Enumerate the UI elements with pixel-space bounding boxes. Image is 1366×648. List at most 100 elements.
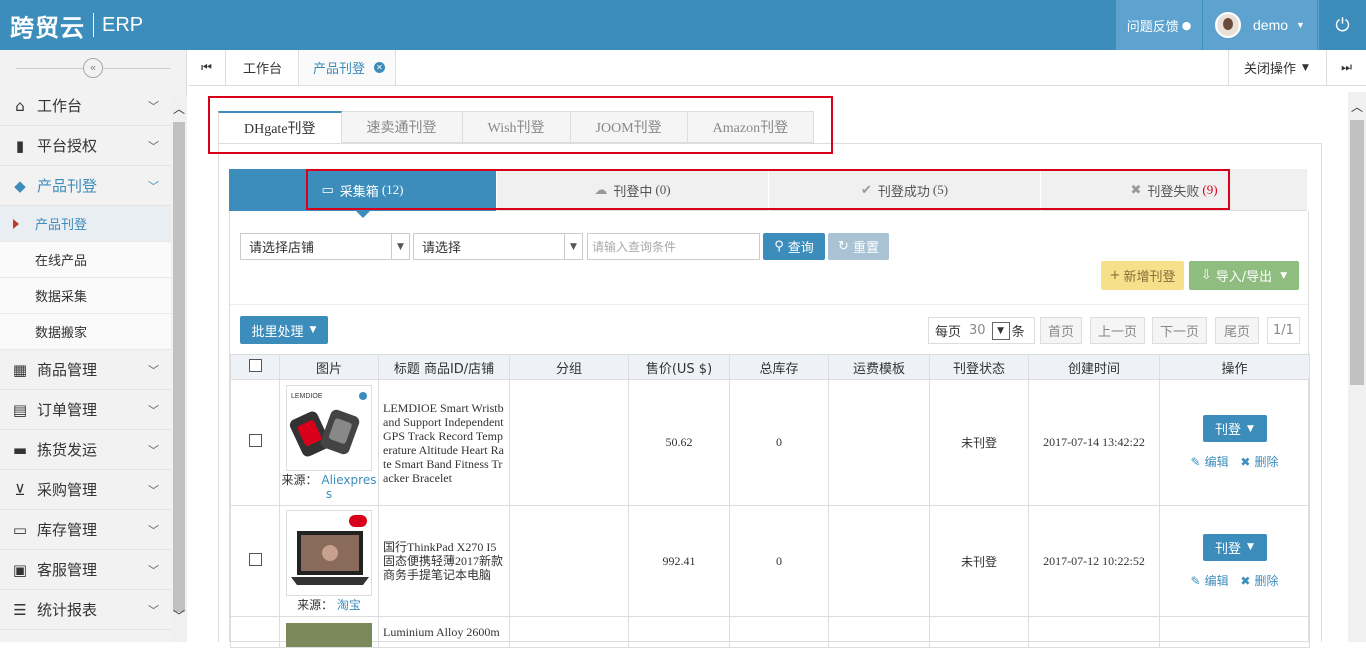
delete-link[interactable]: ✖ 删除 xyxy=(1238,455,1280,469)
first-page-button[interactable]: 首页 xyxy=(1040,317,1082,344)
sidebar-item-label: 统计报表 xyxy=(37,601,98,619)
tab-scroll-left-icon[interactable]: ⏮ xyxy=(188,50,226,85)
reset-button[interactable]: ↻ 重置 xyxy=(828,233,889,260)
publish-button[interactable]: 刊登 ▼ xyxy=(1202,415,1267,442)
chevron-down-icon[interactable]: ▼ xyxy=(991,321,1010,340)
product-image[interactable]: LEMDIOE xyxy=(286,384,372,471)
product-image[interactable] xyxy=(286,510,372,596)
chevron-down-icon: ﹀ xyxy=(148,139,159,153)
field-select[interactable]: 请选择 ▼ xyxy=(413,233,583,260)
created-time-cell: 2017-07-14 13:42:22 xyxy=(1028,379,1160,506)
sidebar-subitem-data-collection[interactable]: 数据采集 xyxy=(0,278,171,314)
source-link[interactable]: 淘宝 xyxy=(337,598,361,612)
page-scrollbar[interactable]: ︿ xyxy=(1348,92,1366,642)
delete-link[interactable]: ✖ 删除 xyxy=(1238,574,1280,588)
sidebar-subitem-online-products[interactable]: 在线产品 xyxy=(0,242,171,278)
chevron-up-icon[interactable]: ︿ xyxy=(173,100,185,117)
close-icon[interactable]: ✕ xyxy=(374,62,386,73)
chevron-down-icon: ﹀ xyxy=(148,179,159,193)
caret-down-icon: ▼ xyxy=(309,325,317,335)
select-all-checkbox[interactable] xyxy=(248,358,262,372)
batch-button[interactable]: 批里处理 ▼ xyxy=(240,316,328,344)
tab-workbench[interactable]: 工作台 xyxy=(227,50,299,85)
chevron-down-icon[interactable]: ﹀ xyxy=(173,607,185,624)
edit-icon: ✎ xyxy=(1190,455,1201,469)
chevron-down-icon: ﹀ xyxy=(148,523,159,537)
chevron-up-icon[interactable]: ︿ xyxy=(1351,98,1363,115)
svg-text:LEMDIOE: LEMDIOE xyxy=(291,393,323,400)
chevron-down-icon: ﹀ xyxy=(148,363,159,377)
price-cell xyxy=(628,616,730,648)
sidebar-item-customer-service[interactable]: ▣ 客服管理 ﹀ xyxy=(0,550,171,590)
select-all-cell xyxy=(230,354,280,380)
product-image[interactable] xyxy=(286,623,372,647)
list-icon: ☰ xyxy=(13,600,27,619)
logo[interactable]: 跨贸云 ERP xyxy=(10,8,143,42)
sidebar-item-platform-auth[interactable]: ▮ 平台授权 ﹀ xyxy=(0,126,171,166)
sidebar-item-purchasing[interactable]: ⊻ 采购管理 ﹀ xyxy=(0,470,171,510)
source-link[interactable]: Aliexpress xyxy=(321,473,376,501)
search-input[interactable]: 请输入查询条件 xyxy=(587,233,760,260)
per-page-label: 每页 xyxy=(935,325,962,340)
tab-product-listing[interactable]: 产品刊登 ✕ xyxy=(300,50,396,85)
tab-scroll-right-icon[interactable]: ⏭ xyxy=(1326,50,1366,85)
row-ops: ✎ 编辑 ✖ 删除 xyxy=(1160,572,1309,589)
sidebar-item-orders[interactable]: ▤ 订单管理 ﹀ xyxy=(0,390,171,430)
sidebar-subitem-data-migration[interactable]: 数据搬家 xyxy=(0,314,171,350)
sidebar-item-reports[interactable]: ☰ 统计报表 ﹀ xyxy=(0,590,171,630)
store-select[interactable]: 请选择店铺 ▼ xyxy=(240,233,410,260)
prev-page-button[interactable]: 上一页 xyxy=(1090,317,1145,344)
product-title[interactable]: Luminium Alloy 2600m xyxy=(378,616,510,648)
product-title[interactable]: LEMDIOE Smart Wristband Support Independ… xyxy=(378,379,510,506)
sidebar-item-workbench[interactable]: ⌂ 工作台 ﹀ xyxy=(0,86,171,126)
per-page-select[interactable]: 每页 30 ▼ 条 xyxy=(928,317,1035,344)
row-select-cell xyxy=(230,379,280,506)
top-bar: 跨贸云 ERP 问题反馈 ● demo ▼ ⏻ xyxy=(0,0,1366,50)
last-page-button[interactable]: 尾页 xyxy=(1215,317,1259,344)
sidebar-scrollbar[interactable]: ︿ ﹀ xyxy=(171,96,187,642)
page-scroll-thumb[interactable] xyxy=(1350,120,1364,385)
image-cell: LEMDIOE 来源： Aliexpress xyxy=(279,379,379,506)
cart-icon: ⊻ xyxy=(14,480,26,499)
caret-down-icon: ▼ xyxy=(564,234,582,259)
sidebar-item-label: 平台授权 xyxy=(37,137,98,155)
avatar xyxy=(1215,12,1241,38)
source-label: 来源： xyxy=(297,598,334,612)
table-row: LEMDIOE 来源： Aliexpress LEMDIOE Smart Wri… xyxy=(230,379,1310,506)
import-export-button[interactable]: ⇩ 导入/导出 ▼ xyxy=(1189,261,1299,290)
status-cell xyxy=(929,616,1029,648)
sidebar-item-goods[interactable]: ▦ 商品管理 ﹀ xyxy=(0,350,171,390)
logo-separator xyxy=(93,13,94,37)
query-button[interactable]: ⚲ 查询 xyxy=(763,233,825,260)
sidebar-item-inventory[interactable]: ▭ 库存管理 ﹀ xyxy=(0,510,171,550)
stock-cell: 0 xyxy=(729,379,829,506)
feedback-button[interactable]: 问题反馈 ● xyxy=(1116,0,1202,50)
edit-link[interactable]: ✎ 编辑 xyxy=(1189,455,1231,469)
user-menu[interactable]: demo ▼ xyxy=(1203,0,1317,50)
close-operations-dropdown[interactable]: 关闭操作 ▼ xyxy=(1228,50,1324,85)
action-cell xyxy=(1159,616,1310,648)
action-cell: 刊登 ▼ ✎ 编辑 ✖ 删除 xyxy=(1159,379,1310,506)
double-chevron-left-icon: « xyxy=(83,58,103,78)
sidebar-scroll-thumb[interactable] xyxy=(173,122,185,612)
sidebar-item-product-listing[interactable]: ◆ 产品刊登 ﹀ xyxy=(0,166,171,206)
row-checkbox[interactable] xyxy=(248,434,262,447)
product-title[interactable]: 国行ThinkPad X270 I5 固态便携轻薄2017新款商务手提笔记本电脑 xyxy=(378,505,510,617)
power-icon[interactable]: ⏻ xyxy=(1318,0,1366,50)
publish-label: 刊登 xyxy=(1215,541,1242,557)
source-label: 来源： xyxy=(281,472,318,487)
laptop-image xyxy=(291,515,369,585)
sidebar-item-label: 商品管理 xyxy=(37,361,98,379)
row-checkbox[interactable] xyxy=(248,552,262,566)
next-page-button[interactable]: 下一页 xyxy=(1152,317,1207,344)
add-listing-button[interactable]: + 新增刊登 xyxy=(1101,261,1184,290)
column-header: 分组 xyxy=(509,354,629,380)
edit-link[interactable]: ✎ 编辑 xyxy=(1189,574,1231,588)
price-cell: 992.41 xyxy=(628,505,730,617)
sidebar-subitem-product-listing[interactable]: 产品刊登 xyxy=(0,206,171,242)
sidebar-item-shipping[interactable]: ▬ 拣货发运 ﹀ xyxy=(0,430,171,470)
publish-button[interactable]: 刊登 ▼ xyxy=(1202,533,1267,561)
sidebar-collapse-button[interactable]: « xyxy=(0,50,186,86)
file-icon: ▤ xyxy=(12,400,28,419)
user-name: demo xyxy=(1253,17,1289,33)
